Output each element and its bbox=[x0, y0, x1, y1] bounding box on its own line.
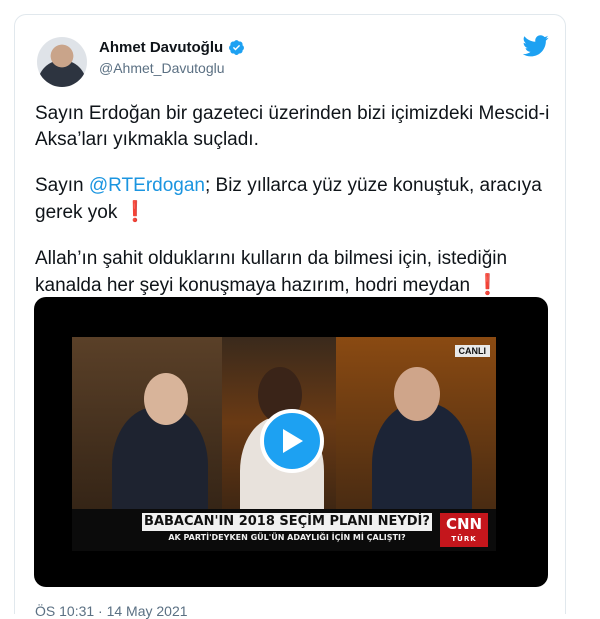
channel-logo-text: CNN bbox=[445, 515, 483, 533]
verified-badge-icon bbox=[228, 39, 245, 56]
tweet-paragraph-1: Sayın Erdoğan bir gazeteci üzerinden biz… bbox=[35, 103, 550, 150]
live-badge: CANLI bbox=[454, 345, 490, 357]
tweet-card: Ahmet Davutoğlu @Ahmet_Davutoglu Sayın E… bbox=[14, 14, 566, 619]
tweet-text: Sayın Erdoğan bir gazeteci üzerinden biz… bbox=[35, 101, 555, 319]
channel-logo: CNN TÜRK bbox=[440, 513, 488, 547]
paragraph-2-prefix: Sayın bbox=[35, 175, 89, 196]
exclamation-emoji-icon: ❗ bbox=[475, 274, 501, 296]
channel-logo-sub: TÜRK bbox=[451, 535, 477, 543]
author-name[interactable]: Ahmet Davutoğlu bbox=[99, 39, 223, 56]
tweet-paragraph-2: Sayın @RTErdogan; Biz yıllarca yüz yüze … bbox=[35, 173, 555, 226]
guest-right-head bbox=[394, 367, 440, 421]
exclamation-emoji-icon: ❗ bbox=[122, 201, 148, 223]
tweet-paragraph-3: Allah’ın şahit olduklarını kulların da b… bbox=[35, 246, 555, 299]
mention-link[interactable]: @RTErdogan bbox=[89, 175, 205, 196]
news-lower-third: BABACAN'IN 2018 SEÇİM PLANI NEYDİ? AK PA… bbox=[72, 509, 496, 551]
twitter-bird-icon[interactable] bbox=[522, 35, 549, 62]
tweet-timestamp[interactable]: ÖS 10:31 · 14 May 2021 bbox=[35, 603, 188, 619]
author-handle[interactable]: @Ahmet_Davutoglu bbox=[99, 60, 225, 76]
avatar[interactable] bbox=[37, 37, 87, 87]
play-button[interactable] bbox=[260, 409, 324, 473]
news-subheadline: AK PARTİ'DEYKEN GÜL'ÜN ADAYLIĞI İÇİN Mİ … bbox=[168, 533, 406, 542]
paragraph-3-body: Allah’ın şahit olduklarını kulların da b… bbox=[35, 248, 508, 296]
author-row: Ahmet Davutoğlu bbox=[99, 39, 245, 56]
news-headline: BABACAN'IN 2018 SEÇİM PLANI NEYDİ? bbox=[142, 513, 432, 531]
video-player[interactable]: CANLI BABACAN'IN 2018 SEÇİM PLANI NEYDİ?… bbox=[34, 297, 548, 587]
play-icon bbox=[283, 429, 303, 453]
guest-left-head bbox=[144, 373, 188, 425]
